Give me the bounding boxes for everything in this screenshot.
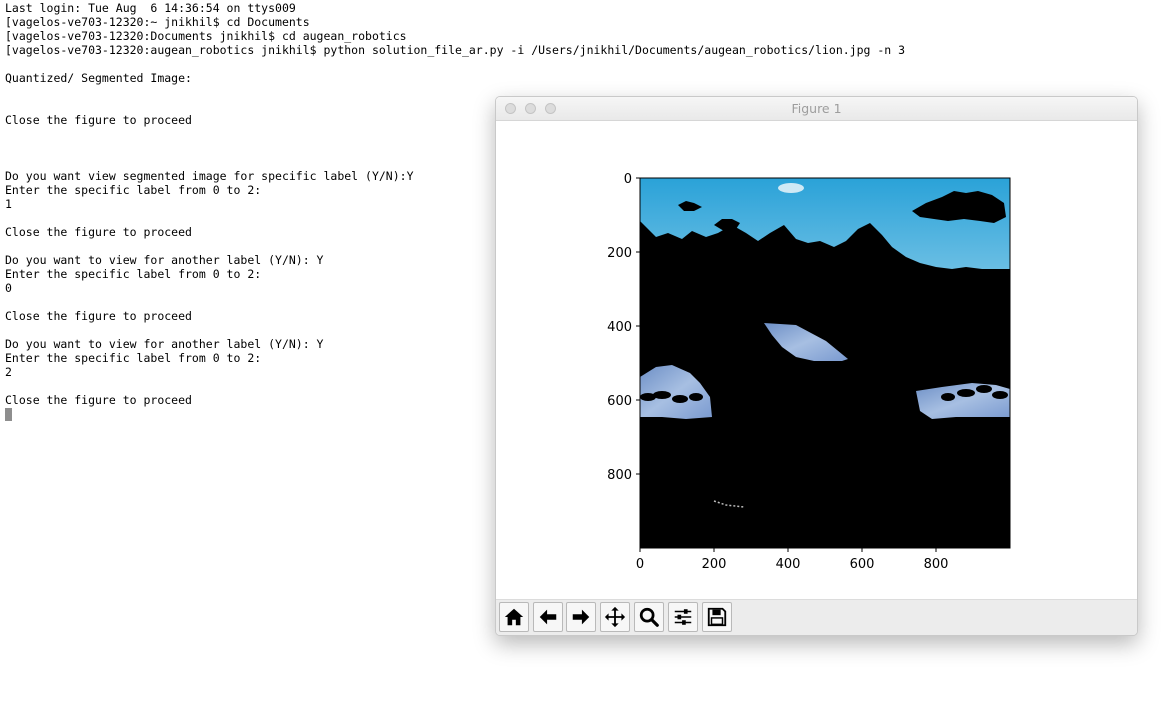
back-arrow-icon	[539, 609, 557, 625]
home-button[interactable]	[499, 602, 529, 632]
terminal-line: Last login: Tue Aug 6 14:36:54 on ttys00…	[5, 1, 296, 15]
terminal-line: [vagelos-ve703-12320:Documents jnikhil$ …	[5, 29, 407, 43]
x-axis: 0 200 400 600 800	[636, 548, 949, 572]
figure-canvas[interactable]: 0 200 400 600 800 0 200 400 600 800	[496, 121, 1137, 599]
forward-button[interactable]	[566, 602, 596, 632]
y-tick-label: 200	[607, 246, 632, 261]
zoom-icon	[639, 607, 659, 627]
terminal-line: Quantized/ Segmented Image:	[5, 71, 192, 85]
back-button[interactable]	[533, 602, 563, 632]
segmented-image	[640, 178, 1010, 548]
x-tick-label: 0	[636, 557, 644, 572]
pan-icon	[604, 606, 626, 628]
pan-button[interactable]	[600, 602, 630, 632]
terminal-line: [vagelos-ve703-12320:augean_robotics jni…	[5, 43, 906, 57]
y-tick-label: 400	[607, 320, 632, 335]
configure-subplots-button[interactable]	[668, 602, 698, 632]
y-axis: 0 200 400 600 800	[607, 172, 640, 483]
cloud-light	[778, 183, 804, 193]
save-icon	[707, 607, 727, 627]
x-tick-label: 800	[924, 557, 949, 572]
window-title: Figure 1	[791, 101, 842, 116]
y-tick-label: 0	[624, 172, 632, 187]
y-tick-label: 800	[607, 468, 632, 483]
configure-subplots-icon	[674, 609, 692, 625]
plot-svg: 0 200 400 600 800 0 200 400 600 800	[607, 172, 1011, 572]
figure-toolbar	[496, 599, 1137, 635]
figure-window[interactable]: Figure 1 0 200 400 600 800 0 200 400 600…	[495, 96, 1138, 636]
zoom-button[interactable]	[634, 602, 664, 632]
terminal-cursor	[5, 408, 12, 421]
window-titlebar[interactable]: Figure 1	[496, 97, 1137, 121]
home-icon	[504, 608, 524, 626]
x-tick-label: 400	[776, 557, 801, 572]
x-tick-label: 200	[702, 557, 727, 572]
forward-arrow-icon	[572, 609, 590, 625]
x-tick-label: 600	[850, 557, 875, 572]
save-button[interactable]	[702, 602, 732, 632]
y-tick-label: 600	[607, 394, 632, 409]
terminal-line: [vagelos-ve703-12320:~ jnikhil$ cd Docum…	[5, 15, 310, 29]
